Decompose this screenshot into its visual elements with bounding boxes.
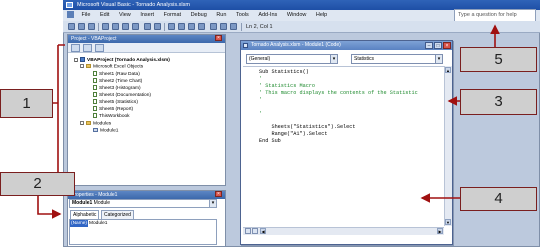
callout-5: 5 [460, 47, 537, 72]
callout-arrows [37, 24, 500, 219]
arrow-2 [37, 196, 62, 219]
callout-4: 4 [460, 187, 537, 211]
bracket-arrow-1 [53, 44, 65, 182]
callout-1: 1 [0, 89, 53, 118]
callout-2: 2 [0, 172, 75, 196]
callout-3: 3 [460, 89, 537, 115]
